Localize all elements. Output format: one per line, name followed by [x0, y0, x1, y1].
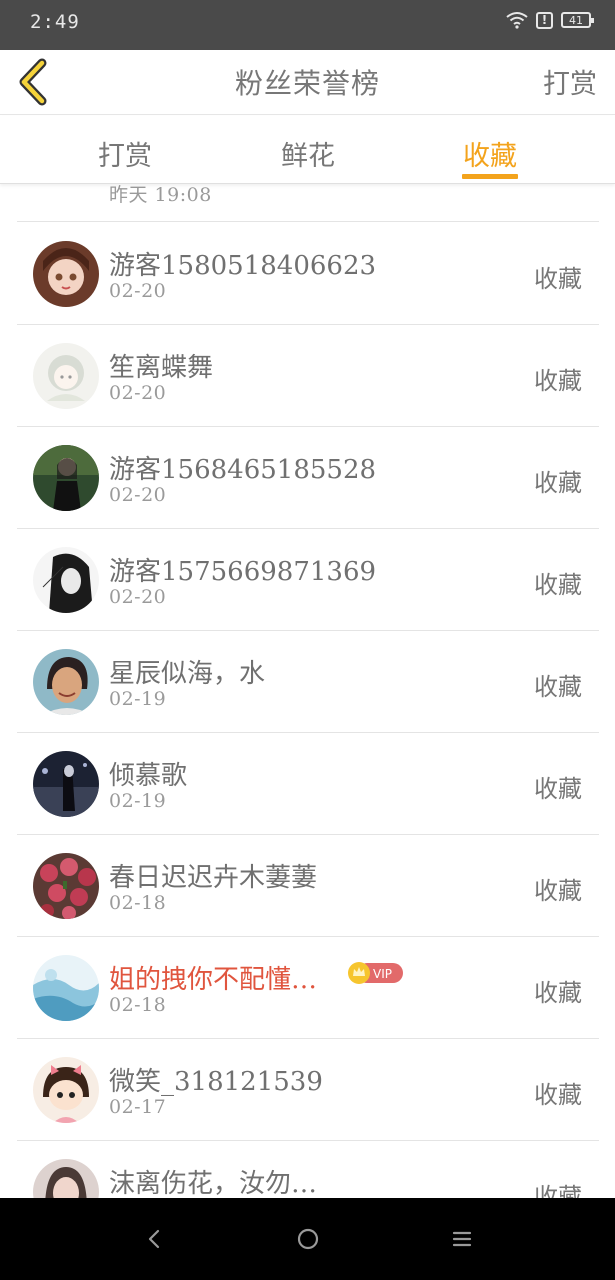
- vip-badge: VIP: [348, 962, 403, 984]
- list-item-action: 收藏: [534, 571, 582, 599]
- list-item[interactable]: 星辰似海，水 02-19 收藏: [17, 631, 599, 733]
- list-item-name: 星辰似海，水: [109, 659, 266, 689]
- battery-icon: 41: [561, 12, 594, 28]
- list-item[interactable]: 倾慕歌 02-19 收藏: [17, 733, 599, 835]
- vip-label: VIP: [373, 967, 392, 981]
- wifi-icon: [506, 12, 528, 29]
- list-item[interactable]: 笙离蝶舞 02-20 收藏: [17, 325, 599, 427]
- list-item-date: 02-18: [109, 994, 167, 1016]
- list-item-date: 02-19: [109, 790, 167, 812]
- status-bar: 2:49 ! 41: [0, 0, 615, 50]
- list-item-name: 姐的拽你不配懂…: [109, 965, 318, 995]
- list-item-action: 收藏: [534, 265, 582, 293]
- page-title: 粉丝荣誉榜: [234, 67, 380, 100]
- list-item-action: 收藏: [534, 367, 582, 395]
- list-item-date: 02-17: [109, 1096, 167, 1118]
- list-item[interactable]: 游客1575669871369 02-20 收藏: [17, 529, 599, 631]
- list-item-date: 02-20: [109, 280, 167, 302]
- smiling-woman-avatar: [33, 649, 99, 715]
- blue-watercolor-avatar: [33, 955, 99, 1021]
- list-item-name: 游客1568465185528: [109, 455, 377, 485]
- active-tab-indicator: [462, 174, 518, 179]
- list-item[interactable]: 微笑_318121539 02-17 收藏: [17, 1039, 599, 1141]
- list-item-name: 微笑_318121539: [109, 1067, 323, 1097]
- list-item-name: 笙离蝶舞: [109, 353, 214, 383]
- tab-flowers[interactable]: 鲜花: [248, 134, 368, 173]
- monochrome-girl-avatar: [33, 547, 99, 613]
- roses-avatar: [33, 853, 99, 919]
- list-item[interactable]: 游客1568465185528 02-20 收藏: [17, 427, 599, 529]
- list-item-date: 02-20: [109, 586, 167, 608]
- list-item-action: 收藏: [534, 673, 582, 701]
- list-item-action: 收藏: [534, 1081, 582, 1109]
- list-item-date: 02-20: [109, 382, 167, 404]
- tab-bar: 打赏 鲜花 收藏: [0, 116, 615, 184]
- page-header: 粉丝荣誉榜 打赏: [0, 50, 615, 115]
- list-item-name: 游客1575669871369: [109, 557, 377, 587]
- list-item-date: 02-18: [109, 892, 167, 914]
- list-item-action: 收藏: [534, 877, 582, 905]
- list-item-action: 收藏: [534, 469, 582, 497]
- cartoon-girl-avatar: [33, 1057, 99, 1123]
- list-item-date: 昨天 19:08: [109, 184, 212, 206]
- list-item-action: 收藏: [534, 775, 582, 803]
- list-item[interactable]: 姐的拽你不配懂… VIP 02-18 收藏: [17, 937, 599, 1039]
- portrait-avatar: [33, 1159, 99, 1198]
- night-street-avatar: [33, 751, 99, 817]
- list-item[interactable]: 游客1580518406623 02-20 收藏: [17, 223, 599, 325]
- nav-menu-icon[interactable]: [446, 1223, 478, 1255]
- list-item-name: 倾慕歌: [109, 761, 188, 791]
- status-time: 2:49: [30, 11, 80, 33]
- nav-back-icon[interactable]: [138, 1223, 170, 1255]
- tab-reward[interactable]: 打赏: [65, 134, 185, 173]
- system-nav-bar: [0, 1198, 615, 1280]
- list-item-action: 收藏: [534, 979, 582, 1007]
- list-item[interactable]: 春日迟迟卉木萋萋 02-18 收藏: [17, 835, 599, 937]
- fan-list[interactable]: 昨天 19:08 游客1580518406623 02-20 收藏 笙离蝶舞 0…: [0, 120, 615, 1198]
- doll-avatar: [33, 241, 99, 307]
- list-item-name: 游客1580518406623: [109, 251, 377, 281]
- list-item-date: 02-20: [109, 484, 167, 506]
- woman-black-dress-avatar: [33, 445, 99, 511]
- alert-icon: !: [536, 11, 553, 29]
- reward-button[interactable]: 打赏: [543, 62, 597, 101]
- list-item-name: 春日迟迟卉木萋萋: [109, 863, 318, 893]
- list-item[interactable]: 沫离伤花，汝勿… 收藏: [17, 1141, 599, 1198]
- list-item-name: 沫离伤花，汝勿…: [109, 1169, 318, 1198]
- list-item-date: 02-19: [109, 688, 167, 710]
- list-item-action: 收藏: [534, 1183, 582, 1198]
- nav-home-icon[interactable]: [292, 1223, 324, 1255]
- tab-favorites[interactable]: 收藏: [430, 134, 550, 173]
- anime-girl-avatar: [33, 343, 99, 409]
